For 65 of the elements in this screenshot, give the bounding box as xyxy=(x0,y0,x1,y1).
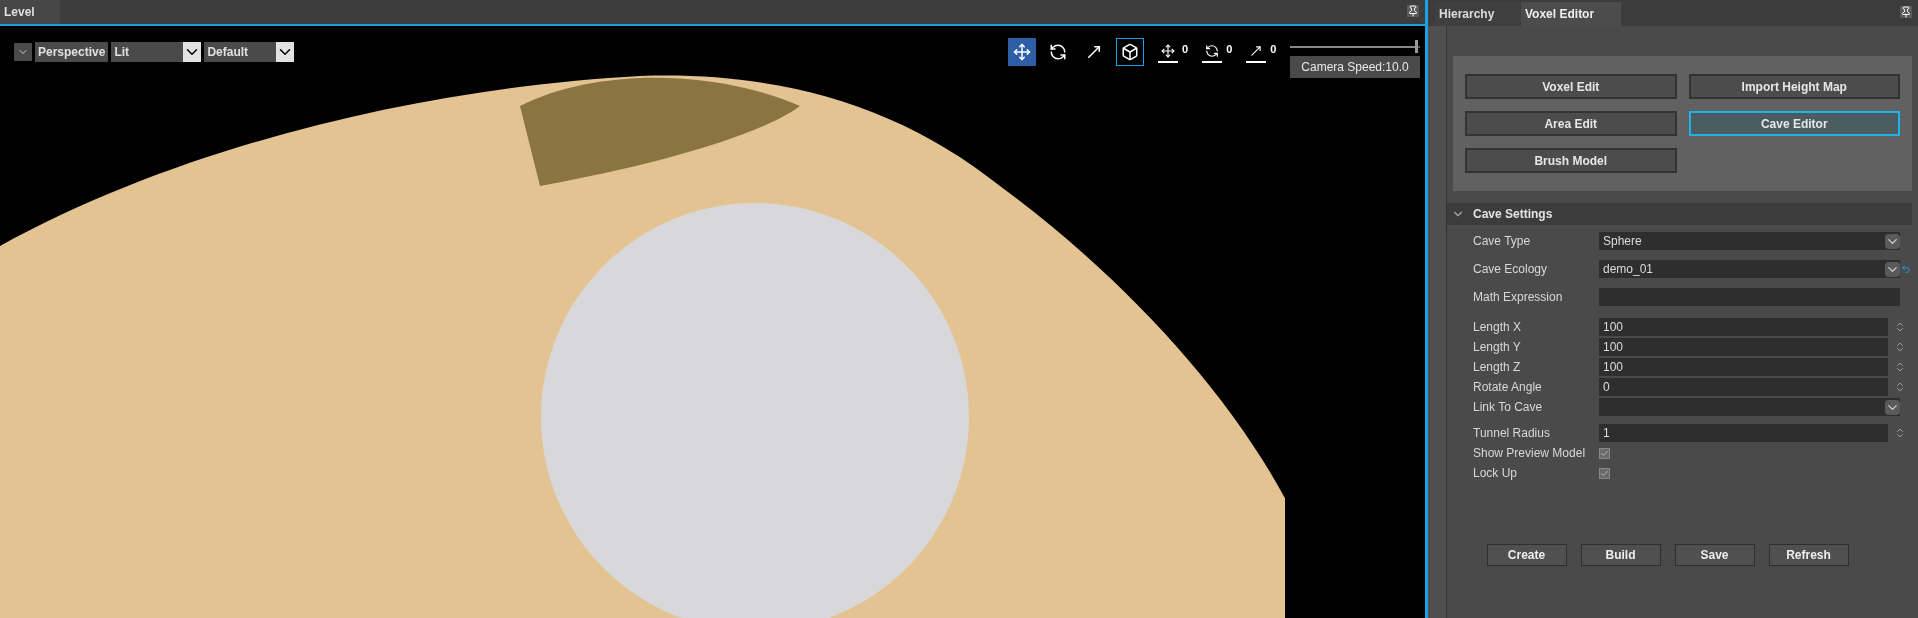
chevron-down-icon xyxy=(1885,399,1900,415)
diagonal-arrow-icon xyxy=(1249,44,1264,58)
field-label: Show Preview Model xyxy=(1473,445,1587,462)
dropdown-field[interactable]: demo_01 xyxy=(1599,260,1900,278)
field-label: Lock Up xyxy=(1473,465,1519,482)
viewport-menu-button[interactable] xyxy=(14,43,32,61)
level-tab[interactable]: Level xyxy=(0,0,60,24)
section-header[interactable]: Cave Settings xyxy=(1447,203,1912,225)
spinner-icon[interactable] xyxy=(1894,361,1906,373)
mode-button[interactable]: Import Height Map xyxy=(1688,74,1900,99)
field-label: Cave Type xyxy=(1473,233,1532,250)
camera-speed-slider[interactable] xyxy=(1290,40,1420,54)
move-arrows-icon xyxy=(1161,44,1175,58)
action-button[interactable]: Refresh xyxy=(1768,544,1849,566)
field-label: Link To Cave xyxy=(1473,399,1544,416)
mode-button[interactable]: Voxel Edit xyxy=(1465,74,1677,99)
snap-value: 0 xyxy=(1182,42,1189,57)
snap-value: 0 xyxy=(1226,42,1233,57)
spinner-icon[interactable] xyxy=(1894,427,1906,439)
field-label: Math Expression xyxy=(1473,289,1564,306)
caret-icon xyxy=(276,42,295,62)
pin-icon[interactable] xyxy=(1900,6,1912,18)
spinner-icon[interactable] xyxy=(1894,321,1906,333)
dropdown-field[interactable]: Lit xyxy=(111,42,202,62)
dropdown-field[interactable]: Sphere xyxy=(1599,232,1900,250)
action-button[interactable]: Build xyxy=(1580,544,1661,566)
caret-icon xyxy=(183,42,202,62)
space-tool-button[interactable] xyxy=(1116,38,1144,66)
number-field[interactable]: 100 xyxy=(1599,358,1888,376)
field-label: Tunnel Radius xyxy=(1473,425,1551,442)
snap-value: 0 xyxy=(1270,42,1277,57)
number-field[interactable]: 100 xyxy=(1599,318,1888,336)
checkbox[interactable] xyxy=(1599,447,1610,459)
field-label: Cave Ecology xyxy=(1473,261,1549,278)
mode-button[interactable]: Brush Model xyxy=(1465,148,1677,173)
input-field[interactable] xyxy=(1599,288,1900,306)
action-button[interactable]: Save xyxy=(1674,544,1755,566)
camera-speed-tooltip: Camera Speed:10.0 xyxy=(1290,56,1420,78)
checkbox[interactable] xyxy=(1599,467,1610,479)
number-field[interactable]: 0 xyxy=(1599,378,1888,396)
panel-tab[interactable]: Voxel Editor xyxy=(1521,2,1621,26)
pin-icon[interactable] xyxy=(1407,5,1419,17)
action-button[interactable]: Create xyxy=(1486,544,1567,566)
number-field[interactable]: 100 xyxy=(1599,338,1888,356)
field-label: Rotate Angle xyxy=(1473,379,1543,396)
mode-button[interactable]: Cave Editor xyxy=(1688,111,1900,136)
rotate-arrows-icon xyxy=(1049,43,1067,61)
slider-thumb[interactable] xyxy=(1415,40,1419,53)
view-mode-button[interactable]: Perspective xyxy=(35,42,109,62)
dropdown-field[interactable] xyxy=(1599,398,1900,416)
field-label: Length X xyxy=(1473,319,1523,336)
number-field[interactable]: 1 xyxy=(1599,424,1888,442)
dropdown-field[interactable]: Default xyxy=(204,42,295,62)
move-arrows-icon xyxy=(1013,43,1031,61)
field-label: Length Z xyxy=(1473,359,1522,376)
field-label: Length Y xyxy=(1473,339,1522,356)
rotate-arrows-icon xyxy=(1205,44,1220,58)
cube-icon xyxy=(1121,43,1139,61)
mode-button[interactable]: Area Edit xyxy=(1465,111,1677,136)
spinner-icon[interactable] xyxy=(1894,341,1906,353)
diagonal-arrow-icon xyxy=(1085,43,1103,61)
move-tool-button[interactable] xyxy=(1008,38,1036,66)
chevron-down-icon xyxy=(1885,233,1900,249)
spinner-icon[interactable] xyxy=(1894,381,1906,393)
chevron-down-icon xyxy=(1885,261,1900,277)
